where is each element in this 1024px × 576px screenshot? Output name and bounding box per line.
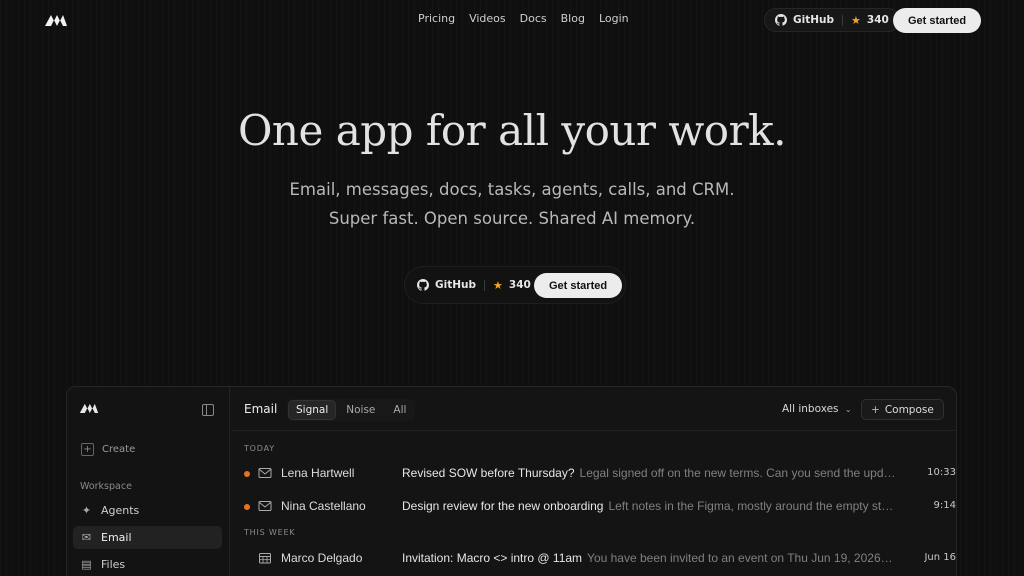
nav-link-videos[interactable]: Videos [469, 12, 506, 25]
email-sender: Nina Castellano [281, 499, 366, 513]
compose-button[interactable]: + Compose [861, 399, 944, 420]
email-preview: Legal signed off on the new terms. Can y… [579, 466, 896, 480]
calendar-icon [259, 553, 271, 564]
github-star-count: 340 [508, 279, 531, 291]
page-title: Email [244, 402, 278, 416]
hero-cta-group: GitHub ★ 340 Get started [404, 266, 626, 304]
email-header: Email Signal Noise All All inboxes ⌄ + C… [231, 387, 956, 431]
mail-icon [258, 468, 272, 478]
sidebar-item-label: Files [101, 558, 126, 571]
macro-logo-icon[interactable] [79, 401, 99, 415]
tab-noise[interactable]: Noise [338, 400, 383, 420]
email-subject: Revised SOW before Thursday? [402, 466, 575, 480]
email-subject-preview: Invitation: Macro <> intro @ 11am You hav… [402, 551, 907, 565]
sidebar-item-files[interactable]: ▤ Files [73, 553, 222, 576]
email-sender: Marco Delgado [281, 551, 363, 565]
github-label: GitHub [435, 279, 477, 291]
tab-all[interactable]: All [385, 400, 414, 420]
filter-tabs: Signal Noise All [287, 399, 416, 421]
compose-label: Compose [884, 403, 934, 416]
divider [842, 14, 844, 26]
github-star-count: 340 [866, 14, 889, 26]
hero-get-started-button[interactable]: Get started [534, 273, 623, 298]
nav-link-login[interactable]: Login [599, 12, 629, 25]
macro-logo-icon[interactable] [44, 12, 68, 28]
sidebar-item-label: Agents [101, 504, 140, 517]
nav-links: Pricing Videos Docs Blog Login [418, 12, 629, 25]
email-row[interactable]: Marco Delgado Invitation: Macro <> intro… [231, 544, 956, 574]
section-label-this-week: THIS WEEK [244, 528, 296, 537]
nav-link-pricing[interactable]: Pricing [418, 12, 455, 25]
hero-subtitle-line-2: Super fast. Open source. Shared AI memor… [328, 209, 696, 228]
nav-link-blog[interactable]: Blog [561, 12, 585, 25]
email-time: 10:33 [927, 467, 956, 478]
email-row[interactable]: Nina Castellano Design review for the ne… [231, 492, 956, 522]
email-time: Jun 16 [924, 552, 956, 563]
mail-icon: ✉ [81, 531, 92, 544]
email-sender: Lena Hartwell [281, 466, 355, 480]
hero-title: One app for all your work. [238, 106, 786, 155]
chevron-down-icon: ⌄ [844, 405, 852, 414]
email-subject-preview: Design review for the new onboarding Left… [402, 499, 907, 513]
plus-icon: + [871, 403, 880, 416]
create-label: Create [102, 444, 136, 455]
inbox-selector[interactable]: All inboxes ⌄ [782, 403, 852, 415]
plus-icon: + [81, 443, 94, 456]
star-icon: ★ [493, 278, 503, 292]
sidebar-item-agents[interactable]: ✦ Agents [73, 499, 222, 522]
nav-link-docs[interactable]: Docs [520, 12, 547, 25]
divider [484, 279, 486, 291]
tab-signal[interactable]: Signal [288, 400, 337, 420]
sidebar: + Create Workspace ✦ Agents ✉ Email ▤ Fi… [67, 387, 230, 576]
get-started-button[interactable]: Get started [893, 8, 982, 33]
unread-dot [244, 471, 250, 477]
mail-icon [258, 501, 272, 511]
email-main-panel: Email Signal Noise All All inboxes ⌄ + C… [231, 387, 956, 576]
github-icon [775, 14, 787, 26]
hero-github-stars-button[interactable]: GitHub ★ 340 [406, 273, 542, 297]
workspace-section-label: Workspace [80, 481, 132, 492]
hero-subtitle-line-1: Email, messages, docs, tasks, agents, ca… [289, 180, 735, 199]
github-label: GitHub [793, 14, 835, 26]
star-icon: ★ [851, 13, 861, 27]
app-preview-window: + Create Workspace ✦ Agents ✉ Email ▤ Fi… [66, 386, 957, 576]
inbox-selector-label: All inboxes [782, 403, 839, 415]
sidebar-item-email[interactable]: ✉ Email [73, 526, 222, 549]
email-subject-preview: Revised SOW before Thursday? Legal signed… [402, 466, 907, 480]
section-label-today: TODAY [244, 444, 275, 453]
email-preview: Left notes in the Figma, mostly around t… [608, 499, 894, 513]
email-preview: You have been invited to an event on Thu… [587, 551, 893, 565]
files-icon: ▤ [81, 558, 92, 571]
sparkle-icon: ✦ [81, 504, 92, 517]
top-nav: Pricing Videos Docs Blog Login GitHub ★ … [0, 0, 1024, 40]
github-icon [417, 279, 429, 291]
sidebar-toggle-icon[interactable] [202, 404, 214, 416]
unread-dot [244, 504, 250, 510]
github-stars-button[interactable]: GitHub ★ 340 [764, 8, 900, 32]
email-row[interactable]: Lena Hartwell Revised SOW before Thursda… [231, 459, 956, 489]
email-subject: Invitation: Macro <> intro @ 11am [402, 551, 583, 565]
create-button[interactable]: + Create [81, 443, 135, 456]
sidebar-item-label: Email [101, 531, 132, 544]
email-subject: Design review for the new onboarding [402, 499, 604, 513]
email-time: 9:14 [933, 500, 956, 511]
